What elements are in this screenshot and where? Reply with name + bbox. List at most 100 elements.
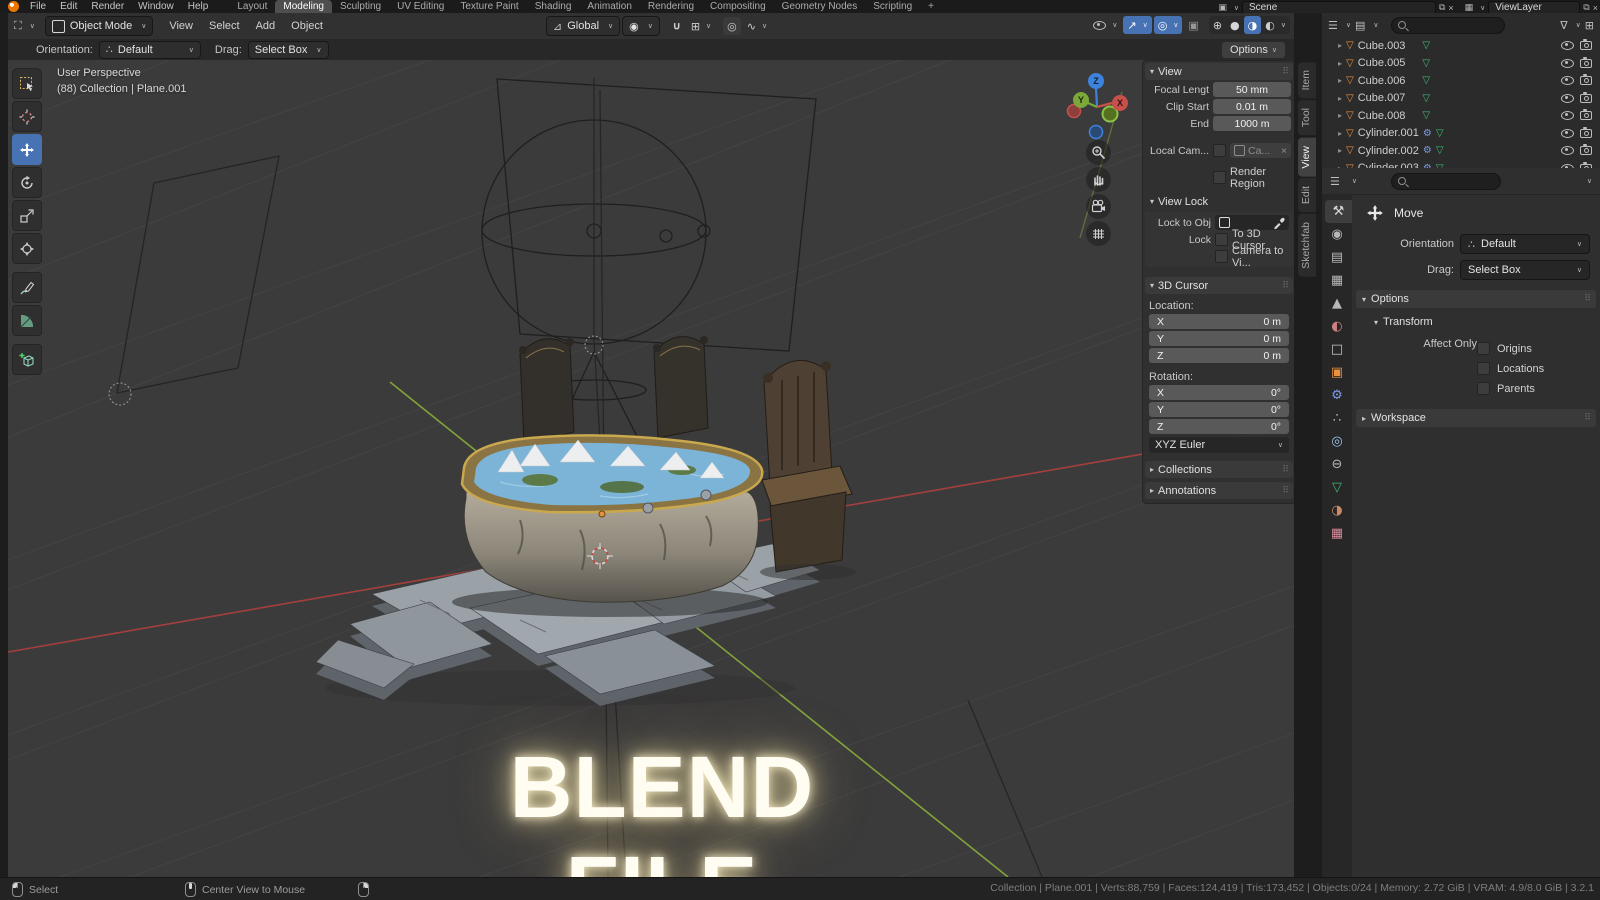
menu-item[interactable]: Help [181, 1, 216, 12]
workspace-tab[interactable]: + [920, 0, 942, 13]
disclosure-icon[interactable]: ▸ [1338, 129, 1342, 138]
object-name[interactable]: Cube.005 [1358, 57, 1406, 69]
workspace-tab[interactable]: Rendering [640, 0, 702, 13]
rotate-tool[interactable] [12, 167, 42, 198]
visibility-dropdown[interactable]: ∨ [1089, 16, 1121, 34]
camera-view-button[interactable] [1086, 194, 1111, 219]
proportional-editing-toggle[interactable]: ◎ [723, 17, 741, 35]
workspace-tab[interactable]: Texture Paint [452, 0, 526, 13]
properties-tab[interactable]: ▤ [1322, 246, 1352, 269]
view-section-header[interactable]: ▾ View ⠿ [1145, 63, 1293, 80]
viewport-menu-item[interactable]: View [161, 20, 201, 32]
new-collection-icon[interactable]: ⊞ [1585, 19, 1594, 32]
viewport-menu-item[interactable]: Object [283, 20, 331, 32]
n-panel-tab[interactable]: Item [1298, 62, 1316, 98]
3d-viewport[interactable]: User Perspective (88) Collection | Plane… [8, 60, 1294, 877]
properties-tab[interactable]: ⚙ [1322, 384, 1352, 407]
viewport-menu-item[interactable]: Add [248, 20, 284, 32]
properties-tab[interactable]: ◐ [1322, 315, 1352, 338]
properties-tab[interactable]: ▽ [1322, 476, 1352, 499]
local-camera-checkbox[interactable] [1213, 144, 1226, 157]
menu-item[interactable]: Window [131, 1, 181, 12]
scene-field[interactable]: Scene [1242, 1, 1436, 13]
properties-tab[interactable]: ▲ [1322, 292, 1352, 315]
affect-checkbox[interactable] [1477, 382, 1490, 395]
workspace-tab[interactable]: UV Editing [389, 0, 452, 13]
affect-checkbox[interactable] [1477, 342, 1490, 355]
annotate-tool[interactable] [12, 272, 42, 303]
properties-tab[interactable]: ▦ [1322, 269, 1352, 292]
disclosure-icon[interactable]: ▸ [1338, 59, 1342, 68]
origin-dot[interactable] [599, 511, 605, 517]
orientation-dropdown[interactable]: ⊿ Global ∨ [546, 16, 620, 36]
object-name[interactable]: Cylinder.001 [1358, 127, 1419, 139]
properties-tab[interactable]: ▦ [1322, 522, 1352, 545]
object-name[interactable]: Cube.007 [1358, 92, 1406, 104]
shading-wireframe-button[interactable]: ⊕ [1209, 16, 1226, 34]
snap-toggle[interactable]: ∩ [668, 17, 685, 35]
properties-search-input[interactable] [1391, 173, 1501, 190]
transform-tool[interactable] [12, 233, 42, 264]
chevron-down-icon[interactable]: ∨ [1587, 177, 1592, 185]
scale-tool[interactable] [12, 200, 42, 231]
tool-orientation-dropdown[interactable]: ∴ Default ∨ [99, 41, 201, 59]
disclosure-icon[interactable]: ▸ [1338, 94, 1342, 103]
outliner-row[interactable]: ▸ ▽ Cylinder.003 ⚙ ▽ [1322, 160, 1600, 169]
render-visibility-icon[interactable] [1580, 94, 1592, 103]
local-camera-field[interactable]: Ca...× [1230, 143, 1291, 158]
hide-eye-icon[interactable] [1561, 111, 1574, 120]
render-visibility-icon[interactable] [1580, 41, 1592, 50]
cursor-rotation-field[interactable]: Z0° [1149, 419, 1289, 434]
n-panel-tab[interactable]: Edit [1298, 178, 1316, 212]
drag-dots-icon[interactable]: ⠿ [1282, 486, 1288, 496]
add-cube-tool[interactable] [12, 344, 42, 375]
cursor-rotation-field[interactable]: Y0° [1149, 402, 1289, 417]
cursor-tool[interactable] [12, 101, 42, 132]
copy-icon[interactable]: ⧉ [1439, 3, 1445, 13]
blender-logo[interactable] [8, 1, 19, 12]
render-region-checkbox[interactable] [1213, 171, 1226, 184]
hide-eye-icon[interactable] [1561, 129, 1574, 138]
properties-tab[interactable]: ∴ [1322, 407, 1352, 430]
shading-rendered-button[interactable]: ◐∨ [1261, 16, 1290, 34]
outliner-row[interactable]: ▸ ▽ Cube.005 ⚙ ▽ [1322, 55, 1600, 73]
display-mode-icon[interactable]: ☰ [1328, 19, 1338, 32]
viewport-menu-item[interactable]: Select [201, 20, 248, 32]
mode-dropdown[interactable]: Object Mode ∨ [45, 16, 154, 36]
chair-left[interactable] [519, 338, 574, 444]
outliner-search-input[interactable] [1391, 17, 1505, 34]
workspace-tab[interactable]: Modeling [275, 0, 332, 13]
properties-tab[interactable]: ⊖ [1322, 453, 1352, 476]
workspace-tab[interactable]: Layout [229, 0, 275, 13]
collections-section-header[interactable]: ▸Collections⠿ [1145, 461, 1293, 478]
orthographic-toggle-button[interactable] [1086, 221, 1111, 246]
proportional-falloff-dropdown[interactable]: ∿∨ [743, 17, 771, 35]
copy-icon[interactable]: ⧉ [1583, 3, 1589, 13]
chair-right[interactable] [760, 360, 856, 580]
disclosure-icon[interactable]: ▸ [1338, 146, 1342, 155]
clip-start-field[interactable]: 0.01 m [1213, 99, 1291, 114]
object-name[interactable]: Cube.008 [1358, 110, 1406, 122]
menu-item[interactable]: Render [84, 1, 131, 12]
n-panel-tab[interactable]: View [1298, 138, 1316, 177]
close-icon[interactable]: × [1593, 3, 1598, 13]
object-name[interactable]: Cube.003 [1358, 40, 1406, 52]
filter-funnel-icon[interactable]: ∇ [1560, 19, 1567, 32]
options-section-header[interactable]: ▾Options⠿ [1356, 290, 1596, 308]
properties-tab[interactable]: ◎ [1322, 430, 1352, 453]
gizmo-minus-z[interactable] [1090, 126, 1103, 139]
object-name[interactable]: Cube.006 [1358, 75, 1406, 87]
view-lock-header[interactable]: ▾ View Lock [1145, 193, 1293, 210]
n-panel-tab[interactable]: Sketchfab [1298, 214, 1316, 277]
disclosure-icon[interactable]: ▸ [1338, 41, 1342, 50]
chair-middle[interactable] [653, 336, 708, 438]
outliner-row[interactable]: ▸ ▽ Cube.003 ⚙ ▽ [1322, 37, 1600, 55]
drag-dots-icon[interactable]: ⠿ [1282, 465, 1288, 475]
annotations-section-header[interactable]: ▸Annotations⠿ [1145, 482, 1293, 499]
snap-target-dropdown[interactable]: ⊞∨ [687, 17, 715, 35]
options-button[interactable]: Options ∨ [1221, 41, 1286, 59]
hide-eye-icon[interactable] [1561, 146, 1574, 155]
empty-circle[interactable] [109, 383, 131, 405]
transform-subsection[interactable]: ▾Transform [1374, 316, 1600, 328]
workspace-tab[interactable]: Geometry Nodes [774, 0, 866, 13]
